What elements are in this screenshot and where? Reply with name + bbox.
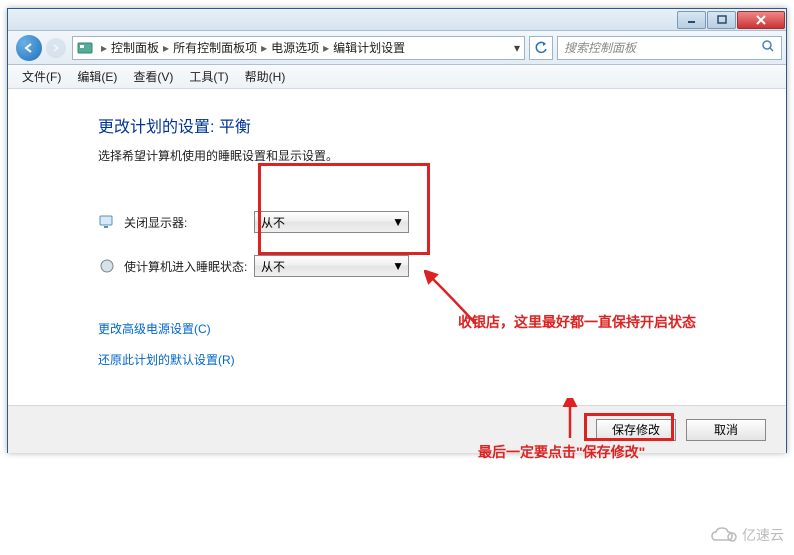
breadcrumb-item[interactable]: 电源选项 bbox=[271, 39, 319, 56]
setting-label: 关闭显示器: bbox=[124, 214, 254, 231]
monitor-icon bbox=[98, 213, 116, 231]
breadcrumb-sep: ▸ bbox=[261, 41, 267, 55]
forward-button[interactable] bbox=[46, 36, 66, 60]
refresh-button[interactable] bbox=[529, 36, 553, 60]
page-title: 更改计划的设置: 平衡 bbox=[98, 113, 786, 137]
close-button[interactable] bbox=[737, 11, 785, 29]
breadcrumb-item[interactable]: 编辑计划设置 bbox=[333, 39, 405, 56]
breadcrumb-sep: ▸ bbox=[163, 41, 169, 55]
breadcrumb-item[interactable]: 所有控制面板项 bbox=[173, 39, 257, 56]
window-frame: ▸ 控制面板 ▸ 所有控制面板项 ▸ 电源选项 ▸ 编辑计划设置 ▾ 搜索控制面… bbox=[7, 8, 787, 453]
display-off-dropdown[interactable]: 从不 ▼ bbox=[254, 211, 409, 233]
menu-file[interactable]: 文件(F) bbox=[14, 68, 69, 85]
search-placeholder: 搜索控制面板 bbox=[564, 39, 636, 56]
dropdown-value: 从不 bbox=[261, 214, 285, 231]
search-input[interactable]: 搜索控制面板 bbox=[557, 36, 782, 60]
breadcrumb-sep: ▸ bbox=[101, 41, 107, 55]
cloud-icon bbox=[710, 526, 738, 544]
setting-display-off: 关闭显示器: 从不 ▼ bbox=[98, 200, 786, 244]
content-area: 更改计划的设置: 平衡 选择希望计算机使用的睡眠设置和显示设置。 关闭显示器: … bbox=[8, 89, 786, 453]
dropdown-value: 从不 bbox=[261, 258, 285, 275]
dropdown-arrow-icon: ▼ bbox=[392, 259, 404, 273]
watermark: 亿速云 bbox=[710, 525, 784, 545]
menu-tools[interactable]: 工具(T) bbox=[181, 68, 236, 85]
sleep-dropdown[interactable]: 从不 ▼ bbox=[254, 255, 409, 277]
addressbar[interactable]: ▸ 控制面板 ▸ 所有控制面板项 ▸ 电源选项 ▸ 编辑计划设置 ▾ bbox=[72, 36, 525, 60]
menu-help[interactable]: 帮助(H) bbox=[237, 68, 294, 85]
breadcrumb-item[interactable]: 控制面板 bbox=[111, 39, 159, 56]
menu-view[interactable]: 查看(V) bbox=[125, 68, 181, 85]
button-bar: 保存修改 取消 bbox=[8, 405, 786, 453]
annotation-text: 收银店，这里最好都一直保持开启状态 bbox=[458, 312, 696, 332]
restore-defaults-link[interactable]: 还原此计划的默认设置(R) bbox=[98, 351, 786, 368]
page-subtext: 选择希望计算机使用的睡眠设置和显示设置。 bbox=[98, 147, 786, 164]
cancel-button[interactable]: 取消 bbox=[686, 419, 766, 441]
back-button[interactable] bbox=[12, 33, 46, 63]
address-dropdown-icon[interactable]: ▾ bbox=[514, 41, 520, 55]
titlebar bbox=[8, 9, 786, 31]
control-panel-icon bbox=[77, 40, 93, 56]
menubar: 文件(F) 编辑(E) 查看(V) 工具(T) 帮助(H) bbox=[8, 65, 786, 89]
menu-edit[interactable]: 编辑(E) bbox=[69, 68, 125, 85]
setting-sleep: 使计算机进入睡眠状态: 从不 ▼ bbox=[98, 244, 786, 288]
minimize-button[interactable] bbox=[677, 11, 706, 29]
moon-icon bbox=[98, 257, 116, 275]
navbar: ▸ 控制面板 ▸ 所有控制面板项 ▸ 电源选项 ▸ 编辑计划设置 ▾ 搜索控制面… bbox=[8, 31, 786, 65]
setting-label: 使计算机进入睡眠状态: bbox=[124, 258, 254, 275]
maximize-button[interactable] bbox=[707, 11, 736, 29]
search-icon bbox=[761, 39, 775, 56]
save-button[interactable]: 保存修改 bbox=[596, 419, 676, 441]
annotation-text: 最后一定要点击"保存修改" bbox=[478, 442, 645, 462]
dropdown-arrow-icon: ▼ bbox=[392, 215, 404, 229]
watermark-text: 亿速云 bbox=[742, 525, 784, 545]
breadcrumb-sep: ▸ bbox=[323, 41, 329, 55]
